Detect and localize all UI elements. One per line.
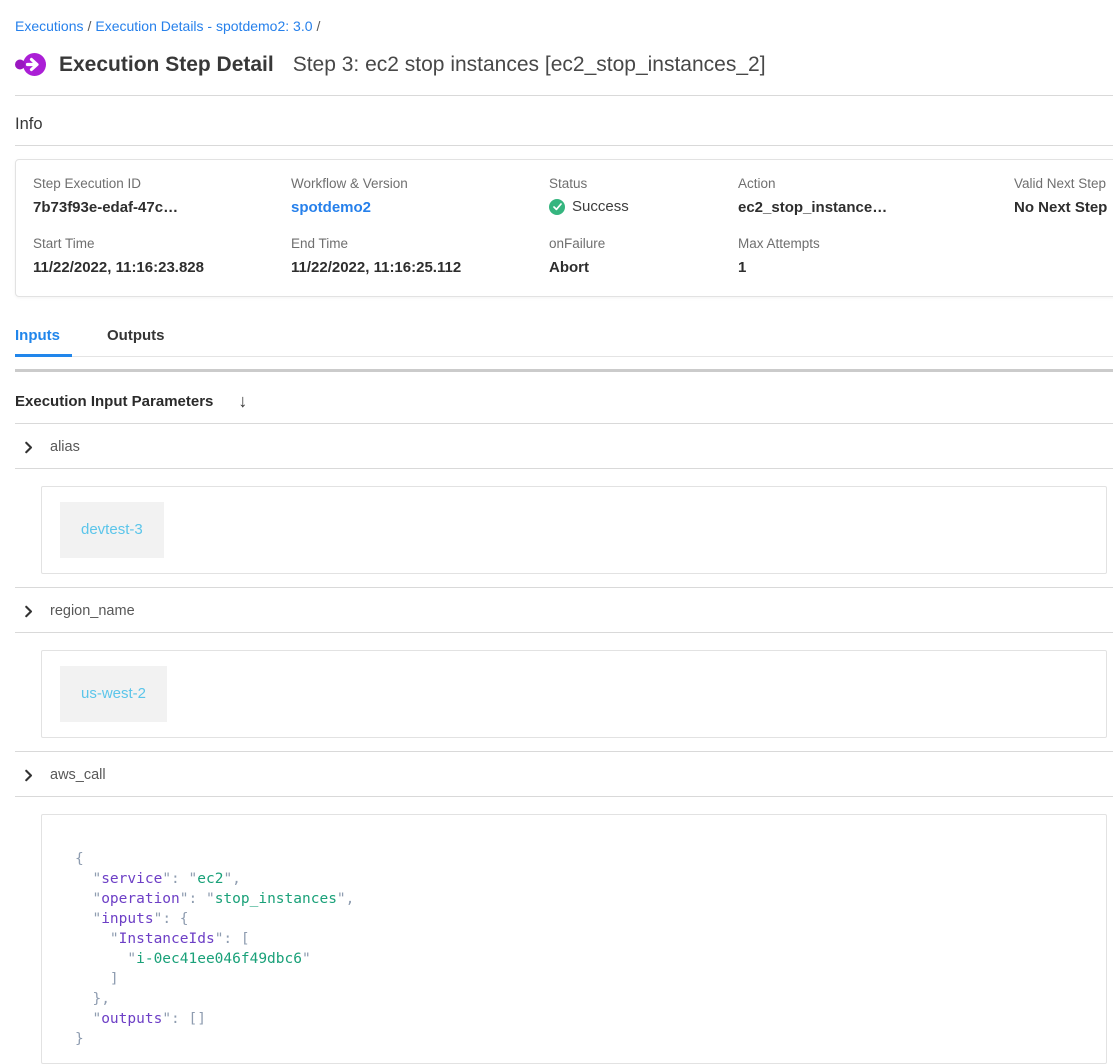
section-header-alias[interactable]: alias [15,424,1113,468]
field-label: Start Time [33,235,291,253]
field-label: Max Attempts [738,235,1014,253]
section-header-aws-call[interactable]: aws_call [15,752,1113,796]
aws-call-json-code: { "service": "ec2", "operation": "stop_i… [75,849,1094,1049]
header-divider [15,95,1113,96]
section-divider [15,468,1113,469]
field-label: End Time [291,235,549,253]
region-name-value-panel: us-west-2 [41,650,1107,738]
breadcrumb-link-executions[interactable]: Executions [15,18,83,34]
region-name-value-chip: us-west-2 [60,666,167,722]
workflow-link[interactable]: spotdemo2 [291,198,549,218]
breadcrumb: Executions/Execution Details - spotdemo2… [15,0,1113,36]
field-value: 1 [738,258,1014,278]
section-header-region-name[interactable]: region_name [15,588,1113,632]
execution-input-parameters-header: Execution Input Parameters ↓ [15,392,1113,410]
page-subtitle: Step 3: ec2 stop instances [ec2_stop_ins… [293,53,766,77]
inputs-outputs-tabbar: Inputs Outputs [15,327,1113,357]
field-label: onFailure [549,235,738,253]
chevron-right-icon[interactable] [22,769,35,782]
field-value: 7b73f93e-edaf-47c… [33,198,291,218]
status-badge: Success [549,198,738,215]
field-label: Status [549,175,738,193]
step-info-card: Step Execution ID 7b73f93e-edaf-47c… Wor… [15,159,1113,297]
info-divider [15,145,1113,146]
field-value: No Next Step [1014,198,1113,218]
alias-value-panel: devtest-3 [41,486,1107,574]
field-action: Action ec2_stop_instance… [738,175,1014,218]
field-label: Workflow & Version [291,175,549,193]
status-text: Success [572,198,629,215]
tab-inputs[interactable]: Inputs [15,327,72,357]
sort-down-arrow-icon[interactable]: ↓ [238,392,247,410]
field-status: Status Success [549,175,738,218]
field-valid-next-step: Valid Next Step No Next Step [1014,175,1113,218]
section-label: alias [50,439,80,455]
field-value: 11/22/2022, 11:16:23.828 [33,258,291,278]
info-section-title: Info [15,115,1113,134]
field-step-execution-id: Step Execution ID 7b73f93e-edaf-47c… [33,175,291,218]
parameters-title: Execution Input Parameters [15,393,213,410]
breadcrumb-link-execution-details[interactable]: Execution Details - spotdemo2: 3.0 [95,18,312,34]
field-value: 11/22/2022, 11:16:25.112 [291,258,549,278]
field-max-attempts: Max Attempts 1 [738,235,1014,278]
field-workflow-version: Workflow & Version spotdemo2 [291,175,549,218]
breadcrumb-separator: / [87,18,91,34]
field-value: ec2_stop_instance… [738,198,1014,218]
alias-value-chip: devtest-3 [60,502,164,558]
breadcrumb-separator: / [317,18,321,34]
page-title: Execution Step Detail [59,53,274,77]
field-empty [1014,235,1113,278]
field-label: Action [738,175,1014,193]
field-onfailure: onFailure Abort [549,235,738,278]
page-header: Execution Step Detail Step 3: ec2 stop i… [15,49,1113,80]
section-label: aws_call [50,767,106,783]
field-start-time: Start Time 11/22/2022, 11:16:23.828 [33,235,291,278]
tab-outputs[interactable]: Outputs [107,327,177,357]
chevron-right-icon[interactable] [22,441,35,454]
field-label: Step Execution ID [33,175,291,193]
app-logo-icon [15,49,46,80]
chevron-right-icon[interactable] [22,605,35,618]
aws-call-json-panel: { "service": "ec2", "operation": "stop_i… [41,814,1107,1064]
field-value: Abort [549,258,738,278]
success-check-icon [549,199,565,215]
execution-step-detail-page: Executions/Execution Details - spotdemo2… [0,0,1113,1064]
section-label: region_name [50,603,135,619]
field-label: Valid Next Step [1014,175,1113,193]
section-divider [15,632,1113,633]
section-divider [15,796,1113,797]
tab-section-divider [15,369,1113,372]
field-end-time: End Time 11/22/2022, 11:16:25.112 [291,235,549,278]
